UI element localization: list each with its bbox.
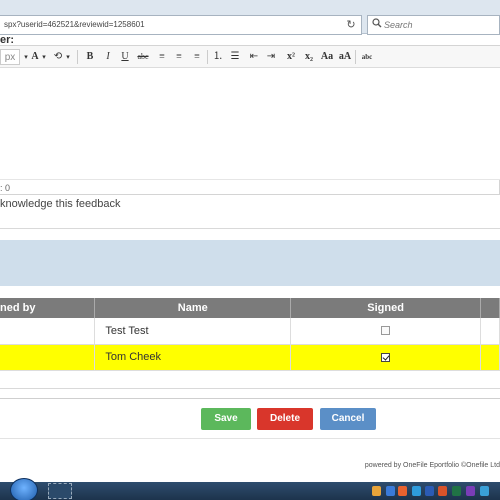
bullet-list-icon[interactable]: ☰ (229, 49, 241, 65)
app-icon[interactable] (412, 486, 421, 496)
app-icon[interactable] (438, 486, 447, 496)
table-cell (480, 318, 500, 345)
column-header-signed: Signed (290, 298, 481, 318)
divider (0, 388, 500, 389)
address-url[interactable]: spx?userid=462521&reviewid=1258601 (4, 20, 145, 29)
cancel-button[interactable]: Cancel (320, 408, 376, 430)
delete-button[interactable]: Delete (257, 408, 313, 430)
numbered-list-icon[interactable]: ⒈ (212, 49, 224, 65)
toolbar-separator (355, 50, 356, 64)
address-bar[interactable]: spx?userid=462521&reviewid=1258601 ↻ (0, 15, 362, 35)
name-cell: Tom Cheek (94, 344, 292, 371)
word-count: : 0 (0, 183, 11, 193)
chevron-down-icon[interactable]: ▾ (64, 49, 72, 65)
chevron-down-icon[interactable]: ▾ (22, 49, 30, 65)
font-size-value: px (4, 52, 16, 63)
superscript-button[interactable]: x² (284, 49, 298, 65)
signed-cell (290, 318, 481, 345)
align-right-icon[interactable]: ≡ (191, 49, 203, 65)
spellcheck-label: abc (361, 53, 373, 61)
folder-icon[interactable] (372, 486, 381, 496)
app-icon[interactable] (398, 486, 407, 496)
app-icon[interactable] (466, 486, 475, 496)
footer-credit: powered by OneFile Eportfolio ©Onefile L… (364, 462, 500, 469)
italic-button[interactable]: I (102, 49, 114, 65)
bold-button[interactable]: B (84, 49, 96, 65)
signed-checkbox-checked[interactable] (381, 352, 391, 362)
name-cell: Test Test (94, 318, 292, 345)
font-color-button[interactable]: A (30, 49, 40, 65)
chevron-down-icon[interactable]: ▾ (40, 49, 48, 65)
word-icon[interactable] (425, 486, 434, 496)
font-size-select[interactable]: px (0, 49, 20, 65)
save-button[interactable]: Save (201, 408, 251, 430)
signatures-table: ned by Name Signed Test Test Tom Cheek (0, 298, 500, 371)
start-button-icon[interactable] (10, 478, 38, 500)
signed-cell (290, 344, 481, 371)
indent-icon[interactable]: ⇥ (265, 49, 277, 65)
editor-text-area[interactable] (0, 68, 500, 179)
browser-search[interactable] (367, 15, 500, 35)
divider (0, 179, 500, 180)
table-cell (0, 318, 96, 345)
align-left-icon[interactable]: ≡ (156, 49, 168, 65)
spellcheck-button[interactable]: abc (359, 49, 375, 65)
table-row: Test Test (0, 318, 500, 345)
divider (0, 438, 500, 439)
taskbar-app-icon[interactable] (48, 483, 72, 499)
outdent-icon[interactable]: ⇤ (248, 49, 260, 65)
underline-button[interactable]: U (119, 49, 131, 65)
app-icon[interactable] (386, 486, 395, 496)
section-header-band (0, 240, 500, 286)
search-input[interactable] (384, 18, 494, 32)
change-case-button[interactable]: Aa (320, 49, 334, 65)
refresh-icon[interactable]: ↻ (344, 18, 358, 32)
strikethrough-button[interactable]: abc (135, 49, 151, 65)
table-row-highlighted: Tom Cheek (0, 344, 500, 371)
rich-text-editor: px ▾ A ▾ ⟲ ▾ B I U abc ≡ ≡ ≡ ⒈ ☰ ⇤ ⇥ x² … (0, 45, 500, 195)
table-cell (480, 344, 500, 371)
excel-icon[interactable] (452, 486, 461, 496)
magnifier-icon (372, 18, 384, 30)
column-header-extra (480, 298, 500, 318)
signed-checkbox[interactable] (381, 326, 391, 336)
column-header-name: Name (94, 298, 292, 318)
column-header-signed-by: ned by (0, 298, 96, 318)
table-header-row: ned by Name Signed (0, 298, 500, 318)
toolbar-separator (77, 50, 78, 64)
table-cell (0, 344, 96, 371)
editor-toolbar: px ▾ A ▾ ⟲ ▾ B I U abc ≡ ≡ ≡ ⒈ ☰ ⇤ ⇥ x² … (0, 46, 500, 68)
divider (0, 228, 500, 229)
acknowledge-text: knowledge this feedback (0, 198, 121, 210)
subscript-button[interactable]: x₂ (302, 49, 316, 65)
toolbar-separator (207, 50, 208, 64)
align-center-icon[interactable]: ≡ (173, 49, 185, 65)
grow-font-button[interactable]: aA (338, 49, 352, 65)
divider (0, 398, 500, 399)
app-icon[interactable] (480, 486, 489, 496)
highlight-icon[interactable]: ⟲ (52, 49, 64, 65)
browser-toolbar: spx?userid=462521&reviewid=1258601 ↻ (0, 0, 500, 35)
os-taskbar (0, 478, 500, 500)
